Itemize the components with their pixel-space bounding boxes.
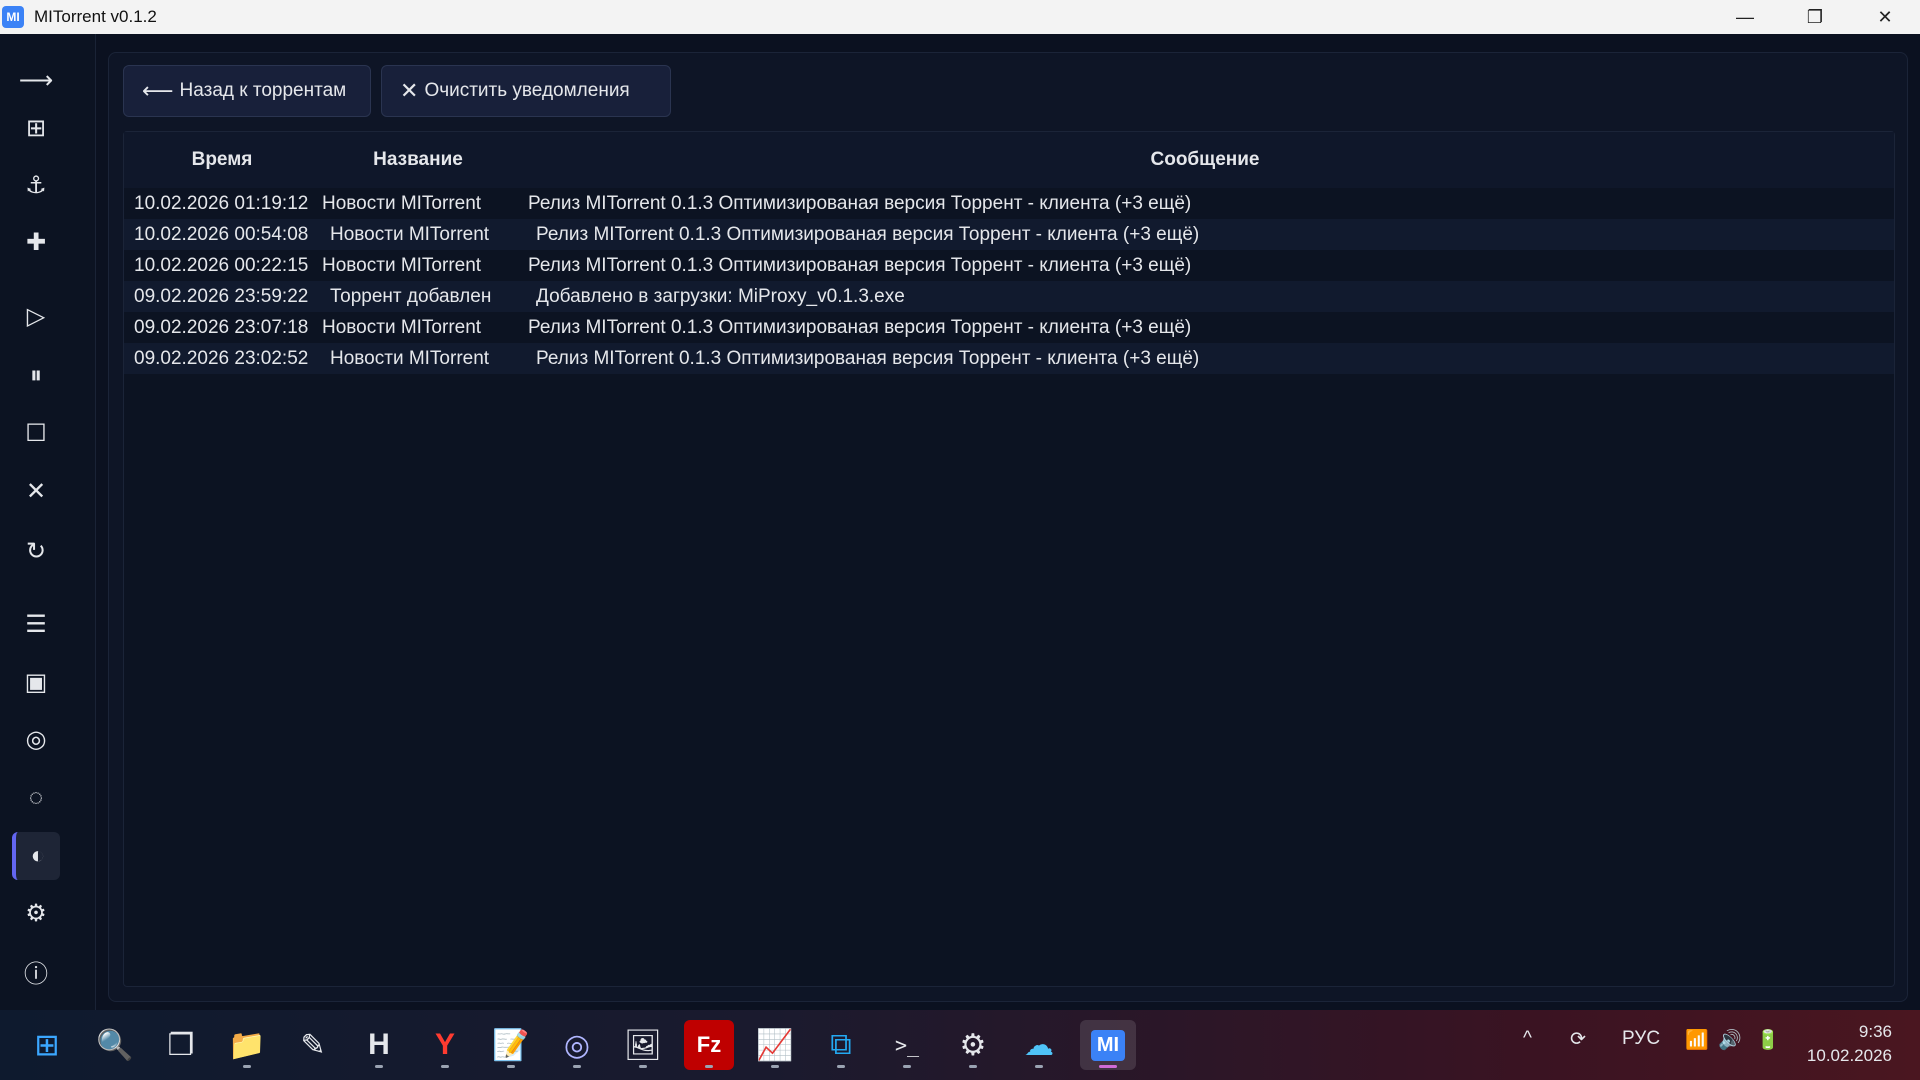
taskbar: ⊞ 🔍 ❐ 📁 ✎ H Y 📝 ◎ 🖼 Fz 📈 ⧉ >_ ⚙ ☁ MI ^ ⟳… xyxy=(0,1010,1920,1080)
monitor-app-icon[interactable]: 📈 xyxy=(750,1020,800,1070)
cell-message: Релиз MITorrent 0.1.3 Оптимизированая ве… xyxy=(528,192,1192,214)
search-icon[interactable]: 🔍 xyxy=(90,1020,140,1070)
mitorrent-app-icon[interactable]: MI xyxy=(1080,1020,1136,1070)
volume-icon[interactable]: 🔊 xyxy=(1718,1028,1742,1052)
spiral-app-icon[interactable]: ◎ xyxy=(552,1020,602,1070)
clock-time: 9:36 xyxy=(1858,1022,1892,1041)
window-controls: — ❐ ✕ xyxy=(1710,0,1920,34)
pause-icon[interactable]: ⏸ xyxy=(12,352,60,400)
h-app-icon[interactable]: H xyxy=(354,1020,404,1070)
battery-icon[interactable]: 🔋 xyxy=(1756,1028,1780,1052)
play-icon[interactable]: ▷ xyxy=(12,292,60,340)
window-icon[interactable]: ▣ xyxy=(12,658,60,706)
cell-message: Релиз MITorrent 0.1.3 Оптимизированая ве… xyxy=(536,347,1200,369)
filezilla-icon[interactable]: Fz xyxy=(684,1020,734,1070)
app-area: ⟶ ⊞ ⚓ ✚ ▷ ⏸ ☐ ✕ ↻ ☰ ▣ ◎ ◌ ◐ ⚙ ⓘ ⟵ Назад … xyxy=(0,34,1920,1010)
cell-time: 10.02.2026 00:22:15 xyxy=(134,254,309,276)
yandex-browser-icon[interactable]: Y xyxy=(420,1020,470,1070)
column-header-message[interactable]: Сообщение xyxy=(516,149,1894,171)
column-header-time[interactable]: Время xyxy=(124,149,320,171)
add-icon[interactable]: ✚ xyxy=(12,218,60,266)
sidebar: ⟶ ⊞ ⚓ ✚ ▷ ⏸ ☐ ✕ ↻ ☰ ▣ ◎ ◌ ◐ ⚙ ⓘ xyxy=(0,34,96,1010)
cell-name: Новости MITorrent xyxy=(330,223,490,245)
cell-time: 09.02.2026 23:02:52 xyxy=(134,347,309,369)
clear-icon: ✕ xyxy=(400,78,419,103)
table-row[interactable]: 10.02.2026 00:54:08 Новости MITorrent Ре… xyxy=(124,219,1894,250)
title-bar: MI MITorrent v0.1.2 — ❐ ✕ xyxy=(0,0,1920,34)
start-icon[interactable]: ⊞ xyxy=(22,1020,72,1070)
info-icon[interactable]: ⓘ xyxy=(12,947,60,995)
cell-name: Новости MITorrent xyxy=(322,254,482,276)
collapse-arrow-icon[interactable]: ⟶ xyxy=(12,56,60,104)
cell-message: Добавлено в загрузки: MiProxy_v0.1.3.exe xyxy=(536,285,905,307)
clear-notifications-button[interactable]: ✕ Очистить уведомления xyxy=(381,65,671,117)
table-body: 10.02.2026 01:19:12 Новости MITorrent Ре… xyxy=(124,188,1894,374)
grid-icon[interactable]: ⊞ xyxy=(12,104,60,152)
cell-message: Релиз MITorrent 0.1.3 Оптимизированая ве… xyxy=(528,316,1192,338)
notifications-table: Время Название Сообщение 10.02.2026 01:1… xyxy=(123,131,1895,987)
window-title: MITorrent v0.1.2 xyxy=(34,7,157,26)
vscode-icon[interactable]: ⧉ xyxy=(816,1020,866,1070)
back-to-torrents-button[interactable]: ⟵ Назад к торрентам xyxy=(123,65,371,117)
clock[interactable]: 9:36 10.02.2026 xyxy=(1807,1020,1892,1068)
cell-name: Новости MITorrent xyxy=(330,347,490,369)
table-row[interactable]: 09.02.2026 23:07:18 Новости MITorrent Ре… xyxy=(124,312,1894,343)
wifi-icon[interactable]: 📶 xyxy=(1685,1028,1709,1052)
anchor-icon[interactable]: ⚓ xyxy=(12,161,60,209)
file-explorer-icon[interactable]: 📁 xyxy=(222,1020,272,1070)
network-app-icon[interactable]: ☁ xyxy=(1014,1020,1064,1070)
terminal-icon[interactable]: >_ xyxy=(882,1020,932,1070)
notepad-icon[interactable]: 📝 xyxy=(486,1020,536,1070)
stop-icon[interactable]: ☐ xyxy=(12,409,60,457)
table-row[interactable]: 10.02.2026 00:22:15 Новости MITorrent Ре… xyxy=(124,250,1894,281)
notifications-panel: ⟵ Назад к торрентам ✕ Очистить уведомлен… xyxy=(108,52,1908,1002)
refresh-icon[interactable]: ↻ xyxy=(12,527,60,575)
task-view-icon[interactable]: ❐ xyxy=(156,1020,206,1070)
cell-name: Торрент добавлен xyxy=(330,285,492,307)
remove-icon[interactable]: ✕ xyxy=(12,467,60,515)
cell-name: Новости MITorrent xyxy=(322,192,482,214)
cell-name: Новости MITorrent xyxy=(322,316,482,338)
close-button[interactable]: ✕ xyxy=(1850,0,1920,34)
app-logo: MI xyxy=(2,6,24,28)
theme-icon[interactable]: ◐ xyxy=(12,832,60,880)
table-row[interactable]: 09.02.2026 23:59:22 Торрент добавлен Доб… xyxy=(124,281,1894,312)
back-button-label: Назад к торрентам xyxy=(179,80,347,101)
settings-app-icon[interactable]: ⚙ xyxy=(948,1020,998,1070)
loading-icon[interactable]: ◌ xyxy=(12,774,60,822)
image-editor-icon[interactable]: 🖼 xyxy=(618,1020,668,1070)
restore-button[interactable]: ❐ xyxy=(1780,0,1850,34)
cell-time: 09.02.2026 23:07:18 xyxy=(134,316,309,338)
clear-button-label: Очистить уведомления xyxy=(424,80,630,101)
target-icon[interactable]: ◎ xyxy=(12,715,60,763)
cell-time: 10.02.2026 01:19:12 xyxy=(134,192,309,214)
sync-icon[interactable]: ⟳ xyxy=(1570,1028,1586,1051)
cell-time: 10.02.2026 00:54:08 xyxy=(134,223,309,245)
column-header-name[interactable]: Название xyxy=(320,149,516,171)
language-indicator[interactable]: РУС xyxy=(1622,1028,1660,1050)
back-arrow-icon: ⟵ xyxy=(142,78,174,103)
menu-icon[interactable]: ☰ xyxy=(12,600,60,648)
settings-icon[interactable]: ⚙ xyxy=(12,889,60,937)
table-row[interactable]: 10.02.2026 01:19:12 Новости MITorrent Ре… xyxy=(124,188,1894,219)
pen-app-icon[interactable]: ✎ xyxy=(288,1020,338,1070)
table-header: Время Название Сообщение xyxy=(124,132,1894,188)
cell-time: 09.02.2026 23:59:22 xyxy=(134,285,309,307)
tray-chevron-icon[interactable]: ^ xyxy=(1523,1028,1532,1050)
clock-date: 10.02.2026 xyxy=(1806,1046,1892,1065)
cell-message: Релиз MITorrent 0.1.3 Оптимизированая ве… xyxy=(536,223,1200,245)
table-row[interactable]: 09.02.2026 23:02:52 Новости MITorrent Ре… xyxy=(124,343,1894,374)
minimize-button[interactable]: — xyxy=(1710,0,1780,34)
cell-message: Релиз MITorrent 0.1.3 Оптимизированая ве… xyxy=(528,254,1192,276)
